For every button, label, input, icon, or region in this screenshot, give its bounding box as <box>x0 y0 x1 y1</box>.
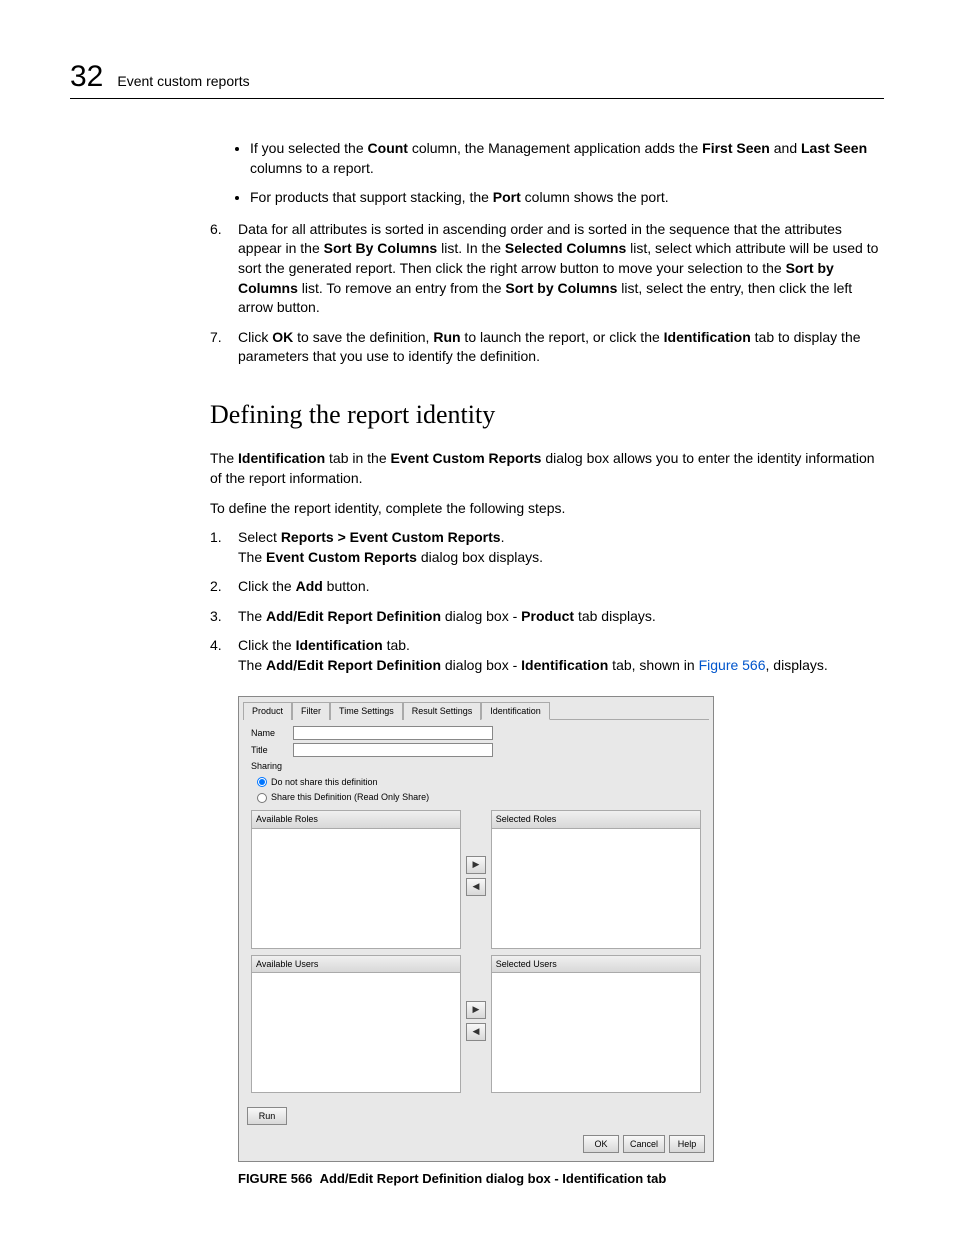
selected-roles-list[interactable] <box>491 829 701 949</box>
roles-panels: Available Roles ▶ ◀ Selected Roles <box>251 810 701 949</box>
users-move-right-button[interactable]: ▶ <box>466 1001 486 1019</box>
figure-caption: FIGURE 566 Add/Edit Report Definition di… <box>238 1170 884 1188</box>
tab-filter[interactable]: Filter <box>292 702 330 721</box>
ok-button[interactable]: OK <box>583 1135 619 1153</box>
selected-roles-panel: Selected Roles <box>491 810 701 949</box>
intro-paragraph-2: To define the report identity, complete … <box>210 499 884 519</box>
add-edit-report-dialog: Product Filter Time Settings Result Sett… <box>238 696 714 1163</box>
bullet-list-top: If you selected the Count column, the Ma… <box>210 139 884 208</box>
header-title: Event custom reports <box>117 73 249 89</box>
available-roles-header: Available Roles <box>251 810 461 829</box>
title-input[interactable] <box>293 743 493 757</box>
available-roles-panel: Available Roles <box>251 810 461 949</box>
bullet-item: For products that support stacking, the … <box>250 188 884 208</box>
tab-bar: Product Filter Time Settings Result Sett… <box>239 697 713 720</box>
step-1: Select Reports > Event Custom Reports. T… <box>210 528 884 567</box>
name-row: Name <box>251 726 701 740</box>
sharing-row: Sharing <box>251 760 701 773</box>
step-3: The Add/Edit Report Definition dialog bo… <box>210 607 884 627</box>
radio-do-not-share-label: Do not share this definition <box>271 776 378 789</box>
selected-users-header: Selected Users <box>491 955 701 974</box>
steps-upper: Data for all attributes is sorted in asc… <box>210 220 884 367</box>
name-input[interactable] <box>293 726 493 740</box>
help-button[interactable]: Help <box>669 1135 705 1153</box>
title-row: Title <box>251 743 701 757</box>
available-users-panel: Available Users <box>251 955 461 1094</box>
step-7: Click OK to save the definition, Run to … <box>210 328 884 367</box>
cancel-button[interactable]: Cancel <box>623 1135 665 1153</box>
step-4-sub: The Add/Edit Report Definition dialog bo… <box>238 656 884 676</box>
available-users-header: Available Users <box>251 955 461 974</box>
section-heading: Defining the report identity <box>210 397 884 433</box>
tab-time-settings[interactable]: Time Settings <box>330 702 403 721</box>
sharing-label: Sharing <box>251 760 293 773</box>
figure-link[interactable]: Figure 566 <box>699 657 766 673</box>
available-users-list[interactable] <box>251 973 461 1093</box>
users-move-left-button[interactable]: ◀ <box>466 1023 486 1041</box>
page-number: 32 <box>70 60 103 94</box>
step-2: Click the Add button. <box>210 577 884 597</box>
selected-roles-header: Selected Roles <box>491 810 701 829</box>
tab-body: Name Title Sharing Do not share this def… <box>243 719 709 1101</box>
bullet-item: If you selected the Count column, the Ma… <box>250 139 884 178</box>
selected-users-panel: Selected Users <box>491 955 701 1094</box>
intro-paragraph: The Identification tab in the Event Cust… <box>210 449 884 488</box>
title-label: Title <box>251 744 293 757</box>
roles-move-right-button[interactable]: ▶ <box>466 856 486 874</box>
roles-move-left-button[interactable]: ◀ <box>466 878 486 896</box>
dialog-footer: OK Cancel Help <box>239 1131 713 1161</box>
radio-share-label: Share this Definition (Read Only Share) <box>271 791 429 804</box>
users-panels: Available Users ▶ ◀ Selected Users <box>251 955 701 1094</box>
step-4: Click the Identification tab. The Add/Ed… <box>210 636 884 675</box>
main-content: If you selected the Count column, the Ma… <box>210 139 884 1188</box>
tab-product[interactable]: Product <box>243 702 292 721</box>
page-header: 32 Event custom reports <box>70 60 884 99</box>
steps-lower: Select Reports > Event Custom Reports. T… <box>210 528 884 676</box>
radio-do-not-share[interactable]: Do not share this definition <box>257 776 701 789</box>
radio-share[interactable]: Share this Definition (Read Only Share) <box>257 791 701 804</box>
step-6: Data for all attributes is sorted in asc… <box>210 220 884 318</box>
radio-share-input[interactable] <box>257 793 267 803</box>
step-1-sub: The Event Custom Reports dialog box disp… <box>238 548 884 568</box>
run-button[interactable]: Run <box>247 1107 287 1125</box>
tab-identification[interactable]: Identification <box>481 702 550 721</box>
name-label: Name <box>251 727 293 740</box>
tab-result-settings[interactable]: Result Settings <box>403 702 482 721</box>
available-roles-list[interactable] <box>251 829 461 949</box>
selected-users-list[interactable] <box>491 973 701 1093</box>
radio-do-not-share-input[interactable] <box>257 777 267 787</box>
